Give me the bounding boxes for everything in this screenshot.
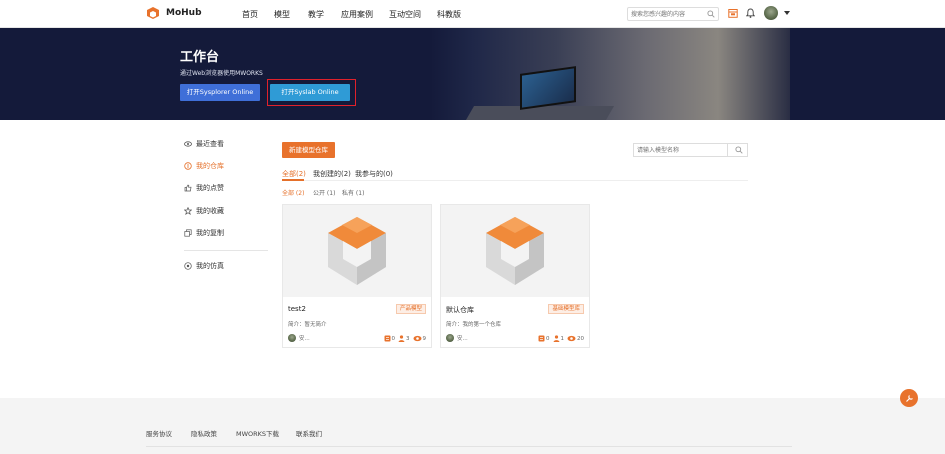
repo-thumbnail[interactable] xyxy=(441,205,589,297)
sidebar-item-favorites[interactable]: 我的收藏 xyxy=(184,206,224,216)
banner-subtitle: 通过Web浏览器使用MWORKS xyxy=(180,70,263,77)
search-icon[interactable] xyxy=(735,146,743,154)
document-icon xyxy=(538,335,545,342)
repo-name[interactable]: 默认仓库 xyxy=(446,305,474,315)
owner-name: 安... xyxy=(299,336,310,342)
repo-search-input[interactable] xyxy=(637,145,725,155)
floating-action-button[interactable] xyxy=(900,389,918,407)
sidebar-item-label: 我的仓库 xyxy=(196,162,224,170)
nav-teaching[interactable]: 教学 xyxy=(308,9,324,20)
repo-type-badge: 基础模型库 xyxy=(548,304,584,314)
repo-card[interactable]: test2 产品模型 简介：暂无简介 安... 0 3 9 xyxy=(282,204,432,348)
nav-community[interactable]: 互动空间 xyxy=(389,9,421,20)
nav-home[interactable]: 首页 xyxy=(242,9,258,20)
stat-views: 9 xyxy=(413,335,426,342)
user-icon xyxy=(398,335,405,342)
copy-icon xyxy=(184,229,192,237)
active-tab-indicator xyxy=(282,179,304,181)
simulation-icon xyxy=(184,262,192,270)
bell-icon[interactable] xyxy=(746,8,755,18)
sidebar-item-label: 最近查看 xyxy=(196,140,224,148)
footer-divider xyxy=(146,446,792,447)
repo-search[interactable] xyxy=(633,143,748,157)
stat-views: 20 xyxy=(567,335,584,342)
sidebar-item-label: 我的收藏 xyxy=(196,207,224,215)
page-title: 工作台 xyxy=(180,50,220,65)
repo-stats: 0 1 20 xyxy=(535,335,584,342)
tab-joined[interactable]: 我参与的(0) xyxy=(355,169,393,179)
tab-all[interactable]: 全部(2) xyxy=(282,169,306,179)
repo-description: 简介：我的第一个仓库 xyxy=(446,322,502,328)
top-nav: MoHub 首页 模型 教学 应用案例 互动空间 科教版 xyxy=(0,0,945,28)
avatar xyxy=(446,334,454,342)
logo-text: MoHub xyxy=(166,8,202,18)
subtab-all[interactable]: 全部 (2) xyxy=(282,188,304,197)
footer-link-privacy[interactable]: 隐私政策 xyxy=(191,428,217,438)
repo-stats: 0 3 9 xyxy=(381,335,426,342)
nav-cases[interactable]: 应用案例 xyxy=(341,9,373,20)
sidebar-item-copies[interactable]: 我的复制 xyxy=(184,228,224,238)
sidebar-item-label: 我的点赞 xyxy=(196,184,224,192)
tab-divider xyxy=(282,180,748,181)
chevron-down-icon[interactable] xyxy=(784,11,790,15)
open-sysplorer-button[interactable]: 打开Sysplorer Online xyxy=(180,84,260,101)
sidebar-divider xyxy=(184,250,268,251)
tab-created[interactable]: 我创建的(2) xyxy=(313,169,351,179)
eye-icon xyxy=(413,335,421,342)
workbench-banner: 工作台 通过Web浏览器使用MWORKS 打开Sysplorer Online … xyxy=(0,28,945,120)
user-avatar[interactable] xyxy=(764,6,778,20)
footer-link-contact[interactable]: 联系我们 xyxy=(296,428,322,438)
owner-name: 安... xyxy=(457,336,468,342)
sidebar-item-label: 我的仿真 xyxy=(196,262,224,270)
user-icon xyxy=(553,335,559,342)
document-icon xyxy=(384,335,390,342)
stat-docs: 0 xyxy=(538,335,550,342)
thumb-up-icon xyxy=(184,184,192,192)
sidebar-item-repos[interactable]: 我的仓库 xyxy=(184,161,224,171)
nav-model[interactable]: 模型 xyxy=(274,9,290,20)
footer: 服务协议 隐私政策 MWORKS下载 联系我们 xyxy=(0,398,945,454)
calendar-icon[interactable] xyxy=(728,8,738,18)
eye-icon xyxy=(184,141,192,147)
mohub-logo-icon xyxy=(147,7,159,19)
repo-description: 简介：暂无简介 xyxy=(288,322,327,328)
new-repo-button[interactable]: 新建模型仓库 xyxy=(282,142,335,158)
subtab-private[interactable]: 私有 (1) xyxy=(342,188,364,197)
search-icon[interactable] xyxy=(707,10,715,18)
page: MoHub 首页 模型 教学 应用案例 互动空间 科教版 搜索您感兴趣的内容 工… xyxy=(0,0,945,454)
open-syslab-button[interactable]: 打开Syslab Online xyxy=(270,84,350,101)
mohub-cube-icon xyxy=(486,217,544,285)
repo-thumbnail[interactable] xyxy=(283,205,431,297)
sidebar-item-simulations[interactable]: 我的仿真 xyxy=(184,261,224,271)
logo[interactable]: MoHub xyxy=(146,6,202,20)
subtab-public[interactable]: 公开 (1) xyxy=(313,188,335,197)
stat-members: 1 xyxy=(553,335,564,342)
repo-owner[interactable]: 安... xyxy=(446,334,468,342)
star-icon xyxy=(184,207,192,215)
repo-card[interactable]: 默认仓库 基础模型库 简介：我的第一个仓库 安... 0 1 20 xyxy=(440,204,590,348)
repo-owner[interactable]: 安... xyxy=(288,334,310,342)
eye-icon xyxy=(567,335,576,342)
repo-type-badge: 产品模型 xyxy=(395,304,426,314)
avatar xyxy=(288,334,296,342)
footer-link-download[interactable]: MWORKS下载 xyxy=(236,428,279,438)
footer-link-terms[interactable]: 服务协议 xyxy=(146,428,172,438)
stat-members: 3 xyxy=(398,335,410,342)
stat-docs: 0 xyxy=(384,335,395,342)
repo-name[interactable]: test2 xyxy=(288,305,306,313)
tool-icon xyxy=(905,394,913,402)
banner-fade xyxy=(785,28,945,120)
sidebar-item-likes[interactable]: 我的点赞 xyxy=(184,183,224,193)
search-separator xyxy=(727,144,728,156)
repo-icon xyxy=(184,162,192,170)
global-search-input[interactable] xyxy=(631,9,705,20)
mohub-cube-icon xyxy=(328,217,386,285)
global-search[interactable] xyxy=(627,7,719,21)
sidebar-item-recent[interactable]: 最近查看 xyxy=(184,139,224,149)
nav-science-edu[interactable]: 科教版 xyxy=(437,9,461,20)
sidebar-item-label: 我的复制 xyxy=(196,229,224,237)
banner-laptop-base xyxy=(465,106,615,120)
